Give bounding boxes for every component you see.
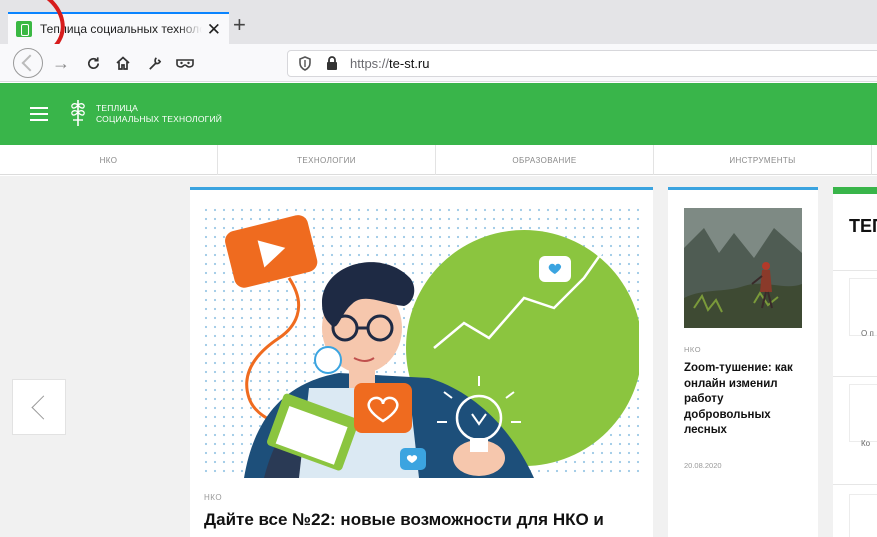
close-tab-icon[interactable]: ✕ — [207, 21, 221, 38]
reload-icon — [87, 56, 99, 69]
divider — [833, 376, 877, 377]
article-headline[interactable]: Zoom-тушение: как онлайн изменил работу … — [684, 361, 806, 439]
article-rubric[interactable]: НКО — [204, 493, 222, 502]
panel-heading: ТЕП — [849, 216, 877, 236]
url-protocol: https:// — [350, 56, 390, 71]
reload-button[interactable] — [82, 51, 104, 75]
main-article-card[interactable]: НКО Дайте все №22: новые возможности для… — [190, 187, 653, 537]
category-nav: НКО ТЕХНОЛОГИИ ОБРАЗОВАНИЕ ИНСТРУМЕНТЫ — [0, 145, 877, 175]
panel-item-text[interactable]: О п — [861, 329, 874, 338]
lock-icon[interactable] — [326, 56, 340, 71]
greenhouse-logo-icon[interactable] — [68, 98, 88, 128]
article-illustration — [204, 208, 639, 478]
browser-tab-strip: Теплица социальных технологий ✕ + — [0, 0, 877, 71]
url-text: https://te-st.ru — [350, 56, 430, 71]
panel-item-box[interactable] — [849, 494, 877, 537]
private-browsing-button[interactable] — [173, 51, 197, 75]
article-headline[interactable]: Дайте все №22: новые возможности для НКО… — [204, 510, 644, 530]
panel-item-text[interactable]: Ко — [861, 439, 870, 448]
home-button[interactable] — [112, 51, 134, 75]
article-photo — [684, 208, 802, 328]
divider — [833, 484, 877, 485]
category-technologies[interactable]: ТЕХНОЛОГИИ — [218, 145, 436, 175]
menu-hamburger-icon[interactable] — [30, 107, 48, 121]
mask-icon — [176, 59, 194, 68]
divider — [833, 270, 877, 271]
address-bar[interactable]: https://te-st.ru — [287, 50, 877, 77]
article-rubric[interactable]: НКО — [684, 345, 701, 354]
category-nko[interactable]: НКО — [0, 145, 218, 175]
site-logo-text[interactable]: ТЕПЛИЦА СОЦИАЛЬНЫХ ТЕХНОЛОГИЙ — [96, 103, 222, 125]
article-date: 20.08.2020 — [684, 461, 722, 470]
right-panel: ТЕП О п Ко — [833, 187, 877, 537]
tools-button[interactable] — [143, 51, 165, 75]
back-button[interactable] — [13, 48, 43, 78]
wrench-icon — [148, 56, 161, 70]
side-article-card[interactable]: НКО Zoom-тушение: как онлайн изменил раб… — [668, 187, 818, 537]
url-host: te-st.ru — [389, 56, 430, 71]
new-tab-button[interactable]: + — [233, 14, 246, 36]
logo-line-2: СОЦИАЛЬНЫХ ТЕХНОЛОГИЙ — [96, 114, 223, 124]
panel-item-box[interactable] — [849, 278, 877, 336]
panel-item-box[interactable] — [849, 384, 877, 442]
tracking-protection-icon[interactable] — [298, 56, 312, 71]
forward-button[interactable]: → — [50, 51, 72, 75]
logo-line-1: ТЕПЛИЦА — [96, 103, 139, 113]
category-tools[interactable]: ИНСТРУМЕНТЫ — [654, 145, 872, 175]
browser-toolbar: → https://te-st.ru — [0, 44, 877, 82]
category-education[interactable]: ОБРАЗОВАНИЕ — [436, 145, 654, 175]
carousel-prev-button[interactable] — [12, 379, 66, 435]
site-header: ТЕПЛИЦА СОЦИАЛЬНЫХ ТЕХНОЛОГИЙ — [0, 83, 877, 145]
home-icon — [116, 56, 130, 70]
